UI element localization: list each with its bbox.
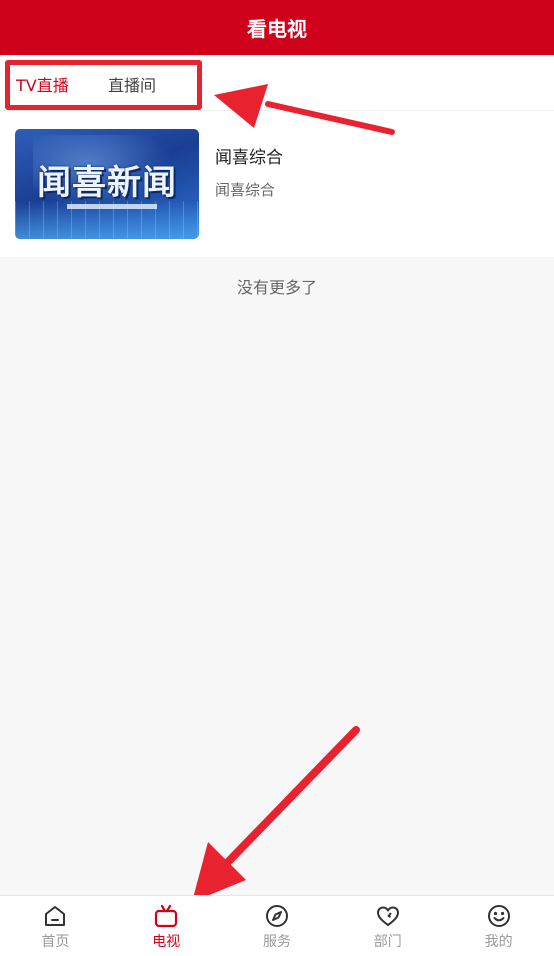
thumbnail-title: 闻喜新闻 [37,163,177,203]
annotation-arrow-bottom [192,726,360,902]
nav-label-tv: 电视 [152,934,181,950]
channel-list-item[interactable]: 闻喜新闻 闻喜综合 闻喜综合 [0,111,554,257]
nav-item-tv[interactable]: 电视 [111,896,222,956]
nav-label-mine: 我的 [484,934,513,950]
nav-label-home: 首页 [41,934,70,950]
no-more-text: 没有更多了 [236,278,317,297]
page-title: 看电视 [247,17,307,41]
nav-item-department[interactable]: 部门 [332,896,443,956]
nav-item-service[interactable]: 服务 [222,896,333,956]
nav-item-home[interactable]: 首页 [0,896,111,956]
app-header: 看电视 [0,0,554,55]
channel-thumbnail[interactable]: 闻喜新闻 [15,129,199,239]
nav-item-mine[interactable]: 我的 [443,896,554,956]
smiley-icon [487,905,510,927]
thumbnail-ticker-bar [67,204,157,209]
bottom-nav: 首页 电视 服务 部门 我的 [0,895,554,956]
tv-icon [155,904,178,928]
nav-label-service: 服务 [262,934,291,950]
channel-subtitle: 闻喜综合 [215,181,276,199]
heart-icon [376,906,399,926]
home-icon [45,906,66,926]
nav-label-department: 部门 [373,934,402,950]
channel-title: 闻喜综合 [215,148,283,168]
compass-icon [265,905,288,927]
annotation-highlight-box [5,60,202,110]
